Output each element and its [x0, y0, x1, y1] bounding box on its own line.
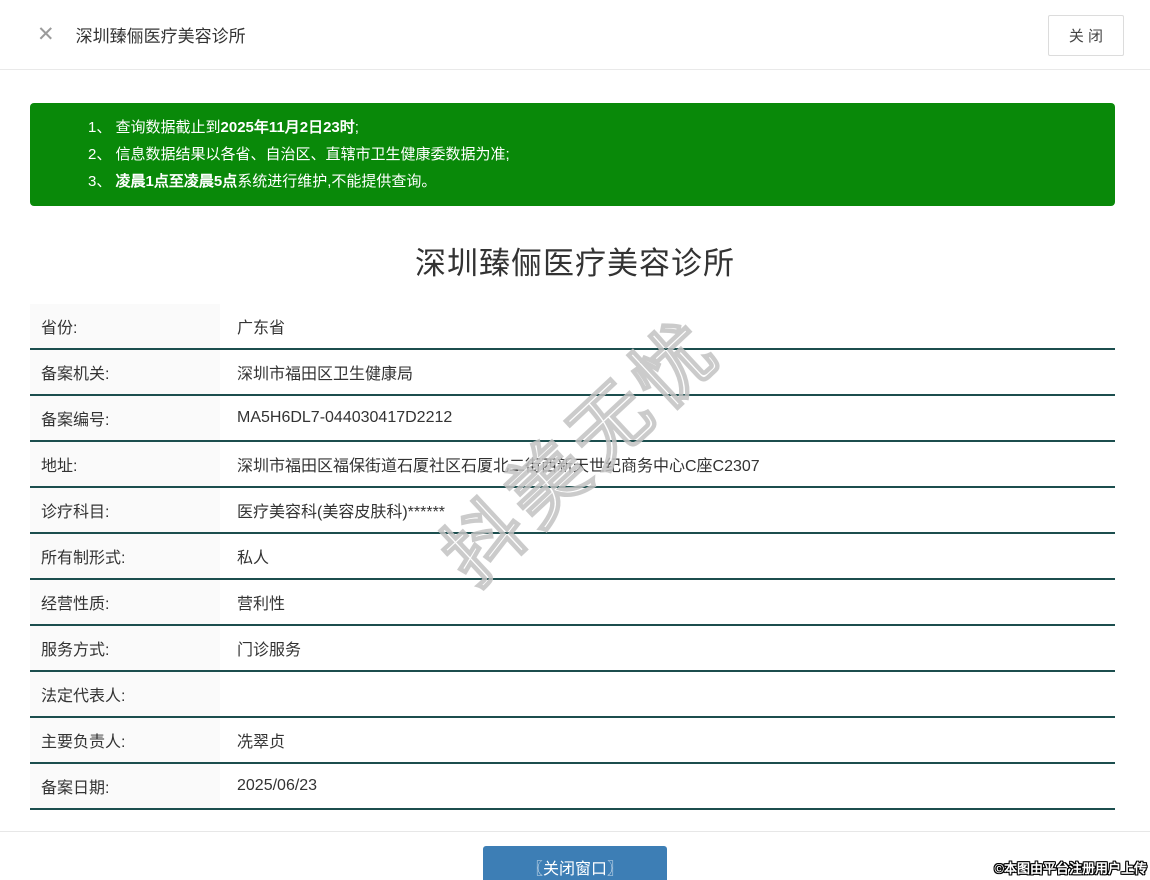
table-row-legal-representative: 法定代表人:	[30, 672, 1115, 718]
notice-line-1-suffix: ;	[354, 119, 359, 136]
table-row-service-mode: 服务方式: 门诊服务	[30, 626, 1115, 672]
row-label: 所有制形式:	[30, 534, 220, 578]
row-label: 经营性质:	[30, 580, 220, 624]
notice-line-1: 1、 查询数据截止到2025年11月2日23时;	[88, 114, 1095, 141]
row-value: 营利性	[237, 596, 286, 613]
row-label: 地址:	[30, 442, 220, 486]
row-label: 备案日期:	[30, 764, 220, 808]
notice-line-3-suffix: 系统进行维护,不能提供查询。	[237, 173, 437, 190]
table-row-province: 省份: 广东省	[30, 304, 1115, 350]
row-value: 深圳市福田区卫生健康局	[237, 366, 414, 383]
button-row: 〖关闭窗口〗	[0, 846, 1150, 880]
row-label: 诊疗科目:	[30, 488, 220, 532]
notice-line-2: 2、 信息数据结果以各省、自治区、直辖市卫生健康委数据为准;	[88, 141, 1095, 168]
notice-line-1-text: 1、 查询数据截止到	[88, 119, 221, 136]
page-title: 深圳臻俪医疗美容诊所	[415, 246, 735, 281]
table-row-filing-number: 备案编号: MA5H6DL7-044030417D2212	[30, 396, 1115, 442]
close-window-button[interactable]: 〖关闭窗口〗	[482, 846, 667, 880]
table-row-business-nature: 经营性质: 营利性	[30, 580, 1115, 626]
row-label: 服务方式:	[30, 626, 220, 670]
row-value: MA5H6DL7-044030417D2212	[237, 409, 453, 426]
row-label: 主要负责人:	[30, 718, 220, 762]
close-button[interactable]: 关 闭	[1047, 15, 1124, 56]
notice-banner: 1、 查询数据截止到2025年11月2日23时; 2、 信息数据结果以各省、自治…	[30, 103, 1115, 206]
row-value: 广东省	[237, 320, 286, 337]
row-label: 法定代表人:	[30, 672, 220, 716]
row-value: 私人	[237, 550, 270, 567]
window-title: 深圳臻俪医疗美容诊所	[75, 27, 246, 46]
notice-line-3-bold: 凌晨1点至凌晨5点	[115, 173, 238, 190]
table-row-filing-date: 备案日期: 2025/06/23	[30, 764, 1115, 810]
notice-line-2-text: 2、 信息数据结果以各省、自治区、直辖市卫生健康委数据为准;	[88, 146, 510, 163]
bottom-divider	[0, 831, 1150, 832]
row-value: 冼翠贞	[237, 734, 286, 751]
row-label: 省份:	[30, 304, 220, 348]
table-row-filing-authority: 备案机关: 深圳市福田区卫生健康局	[30, 350, 1115, 396]
notice-line-3-prefix: 3、	[88, 173, 116, 190]
row-value: 2025/06/23	[237, 777, 318, 794]
close-x-icon[interactable]: ✕	[37, 24, 55, 45]
upload-credit-text: ©本图由平台注册用户上传	[994, 861, 1147, 876]
notice-line-3: 3、 凌晨1点至凌晨5点系统进行维护,不能提供查询。	[88, 168, 1095, 195]
window-header: ✕ 深圳臻俪医疗美容诊所 关 闭	[0, 0, 1150, 70]
row-value: 门诊服务	[237, 642, 302, 659]
table-row-ownership: 所有制形式: 私人	[30, 534, 1115, 580]
row-label: 备案编号:	[30, 396, 220, 440]
table-row-medical-subjects: 诊疗科目: 医疗美容科(美容皮肤科)******	[30, 488, 1115, 534]
info-table: 省份: 广东省 备案机关: 深圳市福田区卫生健康局 备案编号: MA5H6DL7…	[30, 304, 1115, 810]
row-value: 医疗美容科(美容皮肤科)******	[237, 504, 446, 521]
notice-line-1-bold: 2025年11月2日23时	[220, 119, 355, 136]
table-row-principal: 主要负责人: 冼翠贞	[30, 718, 1115, 764]
row-value: 深圳市福田区福保街道石厦社区石厦北二街西新天世纪商务中心C座C2307	[237, 458, 760, 475]
row-label: 备案机关:	[30, 350, 220, 394]
table-row-address: 地址: 深圳市福田区福保街道石厦社区石厦北二街西新天世纪商务中心C座C2307	[30, 442, 1115, 488]
